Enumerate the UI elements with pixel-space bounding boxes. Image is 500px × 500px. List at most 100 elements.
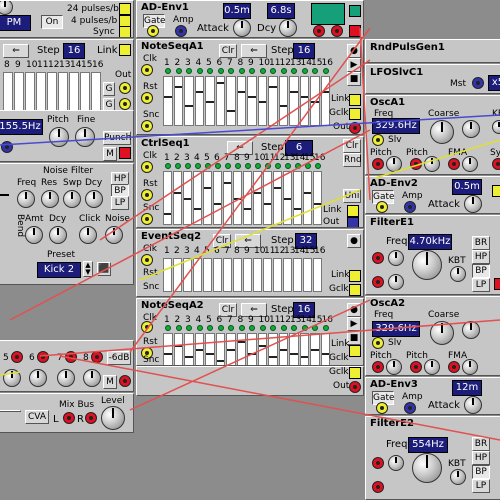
lfo-rate-display[interactable]: x5 xyxy=(488,75,500,91)
sync-output[interactable] xyxy=(119,26,131,37)
ns2-step-cell[interactable] xyxy=(236,333,246,365)
kbt-knob[interactable] xyxy=(492,120,500,134)
freq-knob[interactable] xyxy=(412,250,442,280)
stop-button[interactable]: ■ xyxy=(347,72,361,86)
gclk-jack[interactable] xyxy=(349,367,361,379)
l-jack[interactable] xyxy=(63,412,75,424)
cs1-step-cell[interactable] xyxy=(203,171,212,225)
ns1-step-cell[interactable] xyxy=(299,76,309,126)
amp-jack[interactable] xyxy=(404,201,416,213)
env-invert-button[interactable] xyxy=(349,5,361,17)
tempo-knob[interactable] xyxy=(0,1,13,15)
gclk-jack[interactable] xyxy=(349,108,361,120)
in-jack-2[interactable] xyxy=(372,276,384,288)
ns1-step-cell[interactable] xyxy=(320,76,330,126)
amt-knob[interactable] xyxy=(25,226,43,244)
slv-jack[interactable] xyxy=(372,337,384,349)
ch5-level-knob[interactable] xyxy=(3,369,21,387)
click-knob[interactable] xyxy=(79,226,97,244)
snc-jack[interactable] xyxy=(141,120,153,132)
env-out-jack-2[interactable] xyxy=(331,25,343,37)
ns1-step-cell[interactable] xyxy=(194,76,204,126)
fma-jack[interactable] xyxy=(448,158,460,170)
cs1-step-cell[interactable] xyxy=(193,171,202,225)
ns2-step-cell[interactable] xyxy=(215,333,225,365)
amp-jack[interactable] xyxy=(404,402,416,414)
ch6-level-knob[interactable] xyxy=(29,369,47,387)
es2-step-cell[interactable] xyxy=(193,258,202,292)
link-jack[interactable] xyxy=(347,205,359,217)
output-box[interactable] xyxy=(0,410,21,412)
r-jack[interactable] xyxy=(85,412,97,424)
out-jack[interactable] xyxy=(349,381,361,393)
es2-step-cell[interactable] xyxy=(173,258,182,292)
play-button[interactable]: ▶ xyxy=(347,58,361,72)
ns1-step-cell[interactable] xyxy=(215,76,225,126)
es2-step-cell[interactable] xyxy=(263,258,272,292)
ns1-step-cell[interactable] xyxy=(236,76,246,126)
gate-jack[interactable] xyxy=(147,25,159,37)
link-jack[interactable] xyxy=(119,44,131,56)
bp-button[interactable]: BP xyxy=(472,465,490,479)
mixer-out-jack[interactable] xyxy=(119,375,131,387)
freq-display[interactable]: 554Hz xyxy=(408,437,448,453)
lp-button[interactable]: LP xyxy=(472,479,490,493)
ns1-step-cell[interactable] xyxy=(310,76,320,126)
rst-jack[interactable] xyxy=(141,189,153,201)
ns1-step-cell[interactable] xyxy=(226,76,236,126)
noise-knob[interactable] xyxy=(105,226,123,244)
cs1-step-cell[interactable] xyxy=(213,171,222,225)
link-jack[interactable] xyxy=(349,94,361,106)
freq-display[interactable]: 329.6Hz xyxy=(372,321,420,337)
ns2-step-cell[interactable] xyxy=(163,333,173,365)
sync-jack[interactable] xyxy=(492,158,500,170)
freq-knob[interactable] xyxy=(17,190,35,208)
pitch-mod-jack[interactable] xyxy=(1,141,13,153)
es2-step-cell[interactable] xyxy=(253,258,262,292)
ns2-step-cell[interactable] xyxy=(289,333,299,365)
in-jack-2[interactable] xyxy=(372,481,384,493)
pitch2-knob[interactable] xyxy=(424,359,440,375)
clk-jack[interactable] xyxy=(141,321,153,333)
cs1-step-cell[interactable] xyxy=(223,171,232,225)
osc-out-jack[interactable] xyxy=(119,147,131,159)
out-jack[interactable] xyxy=(349,122,361,134)
clk-jack[interactable] xyxy=(141,64,153,76)
pitch2-jack[interactable] xyxy=(410,158,422,170)
fma-jack[interactable] xyxy=(448,361,460,373)
env-out-jack-3[interactable] xyxy=(349,25,361,37)
mixer-mute-button[interactable]: M xyxy=(103,375,117,389)
rnd-button[interactable]: Rnd xyxy=(343,153,362,167)
ch8-jack[interactable] xyxy=(91,351,103,363)
lp-button[interactable]: LP xyxy=(111,196,129,210)
fma-knob[interactable] xyxy=(462,359,478,375)
ns2-step-cell[interactable] xyxy=(257,333,267,365)
preset-display[interactable]: Kick 2 xyxy=(37,262,81,278)
decay-knob[interactable] xyxy=(279,19,297,37)
ns2-step-cell[interactable] xyxy=(184,333,194,365)
seq-shift-button[interactable]: ⇐ xyxy=(3,44,29,58)
ns1-step-cell[interactable] xyxy=(289,76,299,126)
ns1-step-cell[interactable] xyxy=(163,76,173,126)
pitch-knob[interactable] xyxy=(49,127,69,147)
es2-step-cell[interactable] xyxy=(223,258,232,292)
gate-jack[interactable] xyxy=(376,201,388,213)
bp-button[interactable]: BP xyxy=(472,264,490,278)
osc-freq-display[interactable]: 155.5Hz xyxy=(0,119,43,135)
bpm-display[interactable]: PM xyxy=(0,15,31,31)
attack-knob[interactable] xyxy=(233,19,251,37)
freq-knob[interactable] xyxy=(412,453,442,483)
es2-step-cell[interactable] xyxy=(213,258,222,292)
cs1-step-cell[interactable] xyxy=(243,171,252,225)
res-knob[interactable] xyxy=(41,190,59,208)
noise-menu-button[interactable]: ⬛ xyxy=(97,262,111,276)
ch8-level-knob[interactable] xyxy=(83,369,101,387)
shift-button[interactable]: ⇐ xyxy=(241,44,267,58)
ns2-step-cell[interactable] xyxy=(247,333,257,365)
pitch1-jack[interactable] xyxy=(372,158,384,170)
step-display[interactable]: 16 xyxy=(293,43,315,59)
cs1-step-cell[interactable] xyxy=(313,171,322,225)
on-button[interactable]: On xyxy=(41,15,63,29)
ns1-step-cell[interactable] xyxy=(184,76,194,126)
rst-jack[interactable] xyxy=(141,92,153,104)
